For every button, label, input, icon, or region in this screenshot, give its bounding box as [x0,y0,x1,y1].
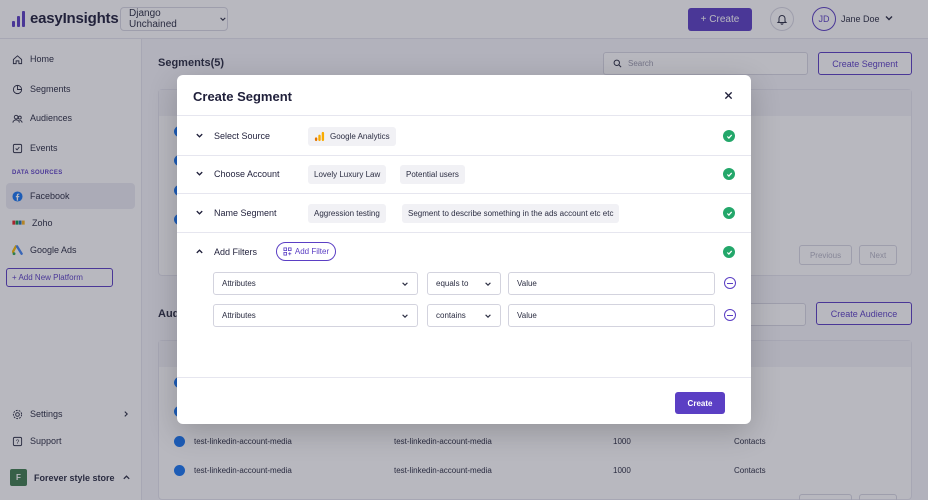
check-icon [723,246,735,258]
close-icon [724,91,732,99]
attribute-select[interactable]: Attributes [213,272,418,295]
step-name-segment[interactable]: Name Segment Aggression testing Segment … [177,194,751,233]
chevron-down-icon[interactable] [195,208,204,217]
operator-value: equals to [436,279,469,288]
chevron-down-icon[interactable] [195,169,204,178]
remove-filter-button[interactable] [724,277,736,289]
filter-value-input[interactable]: Value [508,272,715,295]
add-filter-label: Add Filter [294,247,330,256]
minus-icon [727,282,733,284]
chevron-up-icon[interactable] [195,247,204,256]
operator-select[interactable]: contains [427,304,501,327]
segment-description-chip: Segment to describe something in the ads… [402,204,620,223]
chevron-down-icon [485,313,491,318]
create-submit-button[interactable]: Create [675,392,725,414]
attribute-select[interactable]: Attributes [213,304,418,327]
modal-footer: Create [177,377,751,424]
step-label: Add Filters [214,247,258,257]
operator-select[interactable]: equals to [427,272,501,295]
attribute-value: Attributes [222,311,256,320]
filter-icon [283,247,292,256]
step-label: Choose Account [214,169,280,179]
chevron-down-icon [402,281,408,286]
chevron-down-icon [402,313,408,318]
step-label: Name Segment [214,208,277,218]
remove-filter-button[interactable] [724,309,736,321]
step-select-source[interactable]: Select Source Google Analytics [177,117,751,156]
filter-value-input[interactable]: Value [508,304,715,327]
step-label: Select Source [214,131,271,141]
step-choose-account[interactable]: Choose Account Lovely Luxury Law Potenti… [177,155,751,194]
close-button[interactable] [722,89,734,101]
chevron-down-icon [485,281,491,286]
add-filter-button[interactable]: Add Filter [276,242,336,261]
check-icon [723,130,735,142]
create-segment-modal: Create Segment Select Source Google Anal… [177,75,751,424]
audience-chip: Potential users [400,165,465,184]
minus-icon [727,314,733,316]
segment-name-chip: Aggression testing [308,204,386,223]
account-chip: Lovely Luxury Law [308,165,387,184]
source-value: Google Analytics [330,132,390,141]
chevron-down-icon[interactable] [195,131,204,140]
check-icon [723,168,735,180]
operator-value: contains [436,311,466,320]
source-chip: Google Analytics [308,127,396,146]
check-icon [723,207,735,219]
google-analytics-icon [314,131,325,142]
attribute-value: Attributes [222,279,256,288]
modal-title: Create Segment [193,89,292,104]
modal-header: Create Segment [177,75,751,116]
